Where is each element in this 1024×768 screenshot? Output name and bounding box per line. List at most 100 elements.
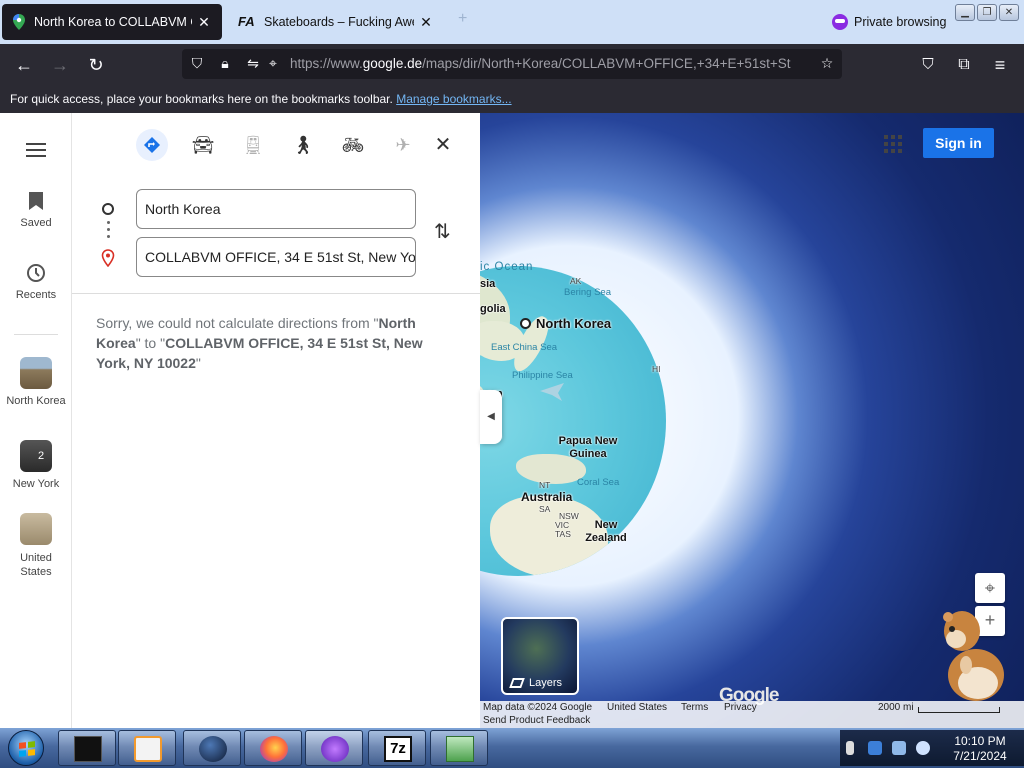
- privacy-link[interactable]: Privacy: [724, 702, 757, 713]
- taskbar-7zip[interactable]: 7z: [368, 730, 426, 766]
- map-label-ocean: ic Ocean: [480, 261, 534, 273]
- rail-item-saved[interactable]: Saved: [0, 191, 72, 229]
- map-label-coral-sea: Coral Sea: [577, 477, 620, 488]
- tab-skateboards[interactable]: FA Skateboards – Fucking Awesome ✕: [228, 4, 444, 40]
- mode-best-route[interactable]: [136, 129, 168, 161]
- manage-bookmarks-link[interactable]: Manage bookmarks...: [396, 92, 511, 106]
- destination-input[interactable]: COLLABVM OFFICE, 34 E 51st St, New York,…: [136, 237, 416, 277]
- taskbar-media-player[interactable]: [118, 730, 176, 766]
- close-icon: ✕: [434, 134, 452, 156]
- location-pin-icon[interactable]: ⌖: [264, 54, 282, 72]
- swap-directions-icon[interactable]: ⇅: [434, 219, 451, 244]
- volume-tray-icon[interactable]: [916, 741, 930, 755]
- hamburger-menu-icon[interactable]: [26, 143, 46, 157]
- airplane-route-icon: [540, 383, 564, 401]
- pocket-icon[interactable]: ⛉: [917, 54, 939, 76]
- new-tab-icon[interactable]: +: [458, 10, 467, 28]
- start-button[interactable]: [8, 730, 44, 766]
- forward-arrow-icon[interactable]: →: [49, 54, 71, 76]
- 7zip-icon: 7z: [384, 736, 412, 762]
- lock-icon[interactable]: 🔒︎: [216, 54, 234, 72]
- minimize-button[interactable]: ▁: [955, 4, 975, 21]
- route-dots-icon: [107, 221, 110, 242]
- recent-place-united-states[interactable]: United States: [0, 513, 72, 579]
- earth-globe: [480, 266, 666, 576]
- scale-label[interactable]: 2000 mi: [878, 702, 914, 713]
- firefox-private-icon: [321, 736, 349, 762]
- directions-panel: 🚘︎ 🚆︎ 🚶︎ 🚲︎ ✈︎ ✕ North Korea COLLABVM OF…: [72, 113, 480, 728]
- map-label-bering-sea: Bering Sea: [564, 287, 612, 298]
- show-hidden-icons-icon[interactable]: [846, 741, 854, 755]
- menu-icon[interactable]: ≡: [989, 54, 1011, 76]
- map-canvas[interactable]: ic Ocean AK Bering Sea sia golia North K…: [480, 113, 1024, 728]
- close-directions-button[interactable]: ✕: [427, 129, 459, 161]
- fa-favicon-icon: FA: [238, 14, 255, 29]
- travel-mode-selector: 🚘︎ 🚆︎ 🚶︎ 🚲︎ ✈︎ ✕: [136, 129, 466, 161]
- rail-item-label: Saved: [20, 217, 52, 229]
- recent-place-label: United States: [20, 552, 52, 578]
- bookmark-star-icon[interactable]: ☆: [818, 54, 836, 72]
- car-icon: 🚘︎: [191, 135, 215, 155]
- extensions-icon[interactable]: ⧉: [953, 54, 975, 76]
- directions-error-message: Sorry, we could not calculate directions…: [96, 315, 423, 371]
- recent-place-label: North Korea: [6, 395, 66, 407]
- tray-app-icon[interactable]: [868, 741, 882, 755]
- tab-close-icon[interactable]: ✕: [418, 14, 434, 31]
- system-clock[interactable]: 10:10 PM 7/21/2024: [940, 734, 1020, 764]
- google-maps-favicon-icon: [13, 14, 25, 30]
- private-mask-icon: [832, 14, 848, 30]
- layers-label: Layers: [509, 677, 562, 689]
- origin-input[interactable]: North Korea: [136, 189, 416, 229]
- restore-button[interactable]: ❐: [977, 4, 997, 21]
- taskbar-network-app[interactable]: [430, 730, 488, 766]
- bicycle-icon: 🚲︎: [341, 135, 365, 155]
- recent-place-new-york[interactable]: 2 New York: [0, 440, 72, 490]
- map-label-north-korea[interactable]: North Korea: [536, 316, 611, 331]
- mode-flight[interactable]: ✈︎: [387, 129, 419, 161]
- windows-taskbar: 7z 10:10 PM 7/21/2024: [0, 728, 1024, 768]
- my-location-button[interactable]: ⌖: [975, 573, 1005, 603]
- shield-icon[interactable]: ⛉: [188, 54, 206, 72]
- url-text[interactable]: https://www.google.de/maps/dir/North+Kor…: [290, 56, 810, 71]
- layers-icon: [509, 678, 525, 688]
- map-label-hi: HI: [652, 364, 661, 374]
- google-apps-icon[interactable]: [884, 135, 902, 153]
- mode-walking[interactable]: 🚶︎: [287, 129, 319, 161]
- map-label-papua-new-guinea: Papua New Guinea: [558, 435, 618, 460]
- country-link[interactable]: United States: [607, 702, 667, 713]
- back-arrow-icon[interactable]: ←: [13, 54, 35, 76]
- reload-icon[interactable]: ↻: [85, 54, 107, 76]
- taskbar-firefox-private[interactable]: [305, 730, 363, 766]
- bookmark-icon: [29, 192, 43, 210]
- close-window-button[interactable]: ✕: [999, 4, 1019, 21]
- mode-transit[interactable]: 🚆︎: [237, 129, 269, 161]
- recent-place-north-korea[interactable]: North Korea: [0, 357, 72, 407]
- map-label-east-china-sea: East China Sea: [491, 342, 558, 353]
- address-bar[interactable]: ⛉ 🔒︎ ⇋ ⌖ https://www.google.de/maps/dir/…: [182, 49, 842, 79]
- taskbar-globe-app[interactable]: [183, 730, 241, 766]
- tab-title: North Korea to COLLABVM OFFICE, 34 E 51s…: [34, 15, 192, 29]
- send-feedback-link[interactable]: Send Product Feedback: [483, 715, 590, 726]
- recent-place-label: New York: [12, 478, 60, 490]
- terminal-icon: [74, 736, 102, 762]
- layers-button[interactable]: Layers: [501, 617, 579, 695]
- tab-close-icon[interactable]: ✕: [196, 14, 212, 31]
- network-tray-icon[interactable]: [892, 741, 906, 755]
- tab-google-maps[interactable]: North Korea to COLLABVM OFFICE, 34 E 51s…: [2, 4, 222, 40]
- airplane-icon: ✈︎: [395, 135, 411, 155]
- panel-divider: [72, 293, 480, 294]
- media-player-icon: [134, 736, 162, 762]
- terms-link[interactable]: Terms: [681, 702, 708, 713]
- taskbar-terminal[interactable]: [58, 730, 116, 766]
- mode-car[interactable]: 🚘︎: [187, 129, 219, 161]
- sign-in-button[interactable]: Sign in: [923, 128, 994, 158]
- clock-time: 10:10 PM: [954, 734, 1006, 748]
- mode-cycling[interactable]: 🚲︎: [337, 129, 369, 161]
- collapse-panel-button[interactable]: ◀: [480, 390, 502, 444]
- north-korea-marker-icon[interactable]: [520, 318, 531, 329]
- permissions-icon[interactable]: ⇋: [244, 54, 262, 72]
- taskbar-firefox[interactable]: [244, 730, 302, 766]
- firefox-icon: [260, 736, 288, 762]
- rail-item-recents[interactable]: Recents: [0, 263, 72, 301]
- place-count-badge: 2: [37, 450, 45, 462]
